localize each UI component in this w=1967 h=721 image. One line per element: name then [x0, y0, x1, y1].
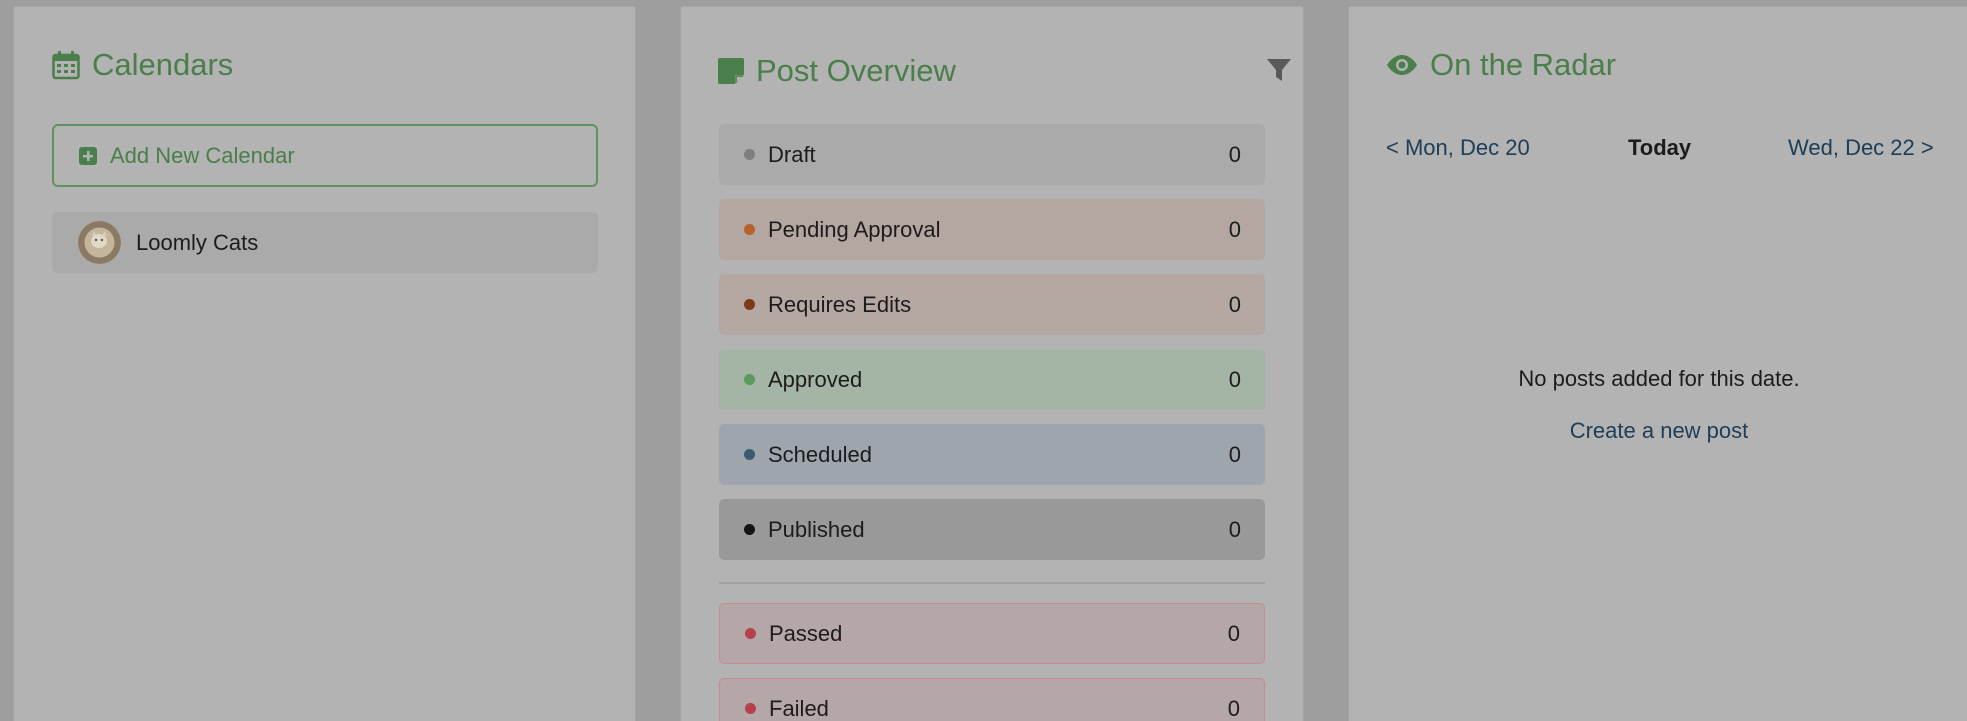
status-dot-icon: [744, 374, 755, 385]
status-count: 0: [1227, 620, 1240, 646]
calendars-title: Calendars: [52, 47, 233, 83]
status-row-approved[interactable]: Approved 0: [719, 349, 1265, 410]
status-label: Scheduled: [768, 441, 872, 467]
status-label: Approved: [768, 366, 863, 392]
status-row-draft[interactable]: Draft 0: [719, 124, 1265, 185]
status-count: 0: [1228, 441, 1241, 467]
status-dot-icon: [744, 449, 755, 460]
status-label: Failed: [769, 695, 829, 721]
today-label: Today: [1628, 135, 1692, 160]
status-count: 0: [1228, 216, 1241, 242]
status-count: 0: [1227, 695, 1240, 721]
calendars-title-text: Calendars: [92, 47, 234, 82]
status-row-requires-edits[interactable]: Requires Edits 0: [719, 274, 1265, 335]
status-dot-icon: [744, 149, 755, 160]
status-dot-icon: [744, 299, 755, 310]
status-count: 0: [1228, 291, 1241, 317]
calendar-item-label: Loomly Cats: [136, 229, 259, 255]
eye-icon: [1386, 54, 1418, 76]
next-day-link[interactable]: Wed, Dec 22 >: [1788, 135, 1934, 161]
status-dot-icon: [745, 703, 756, 714]
on-the-radar-title: On the Radar: [1386, 47, 1616, 83]
status-row-scheduled[interactable]: Scheduled 0: [719, 424, 1265, 485]
status-count: 0: [1228, 516, 1241, 542]
status-divider: [719, 582, 1265, 584]
status-label: Draft: [768, 141, 816, 167]
previous-day-link[interactable]: < Mon, Dec 20: [1386, 135, 1530, 161]
add-new-calendar-label: Add New Calendar: [110, 142, 295, 168]
status-label: Passed: [769, 620, 843, 646]
calendars-panel: Calendars Add New Calendar Loomly Cats: [13, 6, 636, 721]
status-count: 0: [1228, 141, 1241, 167]
post-overview-title: Post Overview: [718, 53, 956, 89]
filter-icon[interactable]: [1265, 56, 1293, 89]
on-the-radar-title-text: On the Radar: [1430, 47, 1617, 82]
status-row-published[interactable]: Published 0: [719, 499, 1265, 560]
status-row-failed[interactable]: Failed 0: [719, 678, 1265, 721]
status-dot-icon: [744, 224, 755, 235]
calendar-item-loomly-cats[interactable]: Loomly Cats: [52, 212, 598, 273]
status-label: Pending Approval: [768, 216, 941, 242]
create-new-post-link[interactable]: Create a new post: [1349, 418, 1967, 444]
dashboard: Calendars Add New Calendar Loomly Cats P…: [0, 0, 1967, 721]
calendar-avatar: [78, 221, 121, 264]
status-dot-icon: [744, 524, 755, 535]
post-overview-title-text: Post Overview: [756, 53, 956, 88]
status-row-passed[interactable]: Passed 0: [719, 603, 1265, 664]
add-new-calendar-button[interactable]: Add New Calendar: [52, 124, 598, 187]
status-count: 0: [1228, 366, 1241, 392]
status-row-pending-approval[interactable]: Pending Approval 0: [719, 199, 1265, 260]
post-overview-panel: Post Overview Draft 0 Pending Approval 0 Req…: [680, 6, 1304, 721]
calendar-icon: [52, 50, 80, 80]
sticky-note-icon: [718, 58, 744, 84]
plus-square-icon: [79, 146, 97, 165]
on-the-radar-panel: On the Radar < Mon, Dec 20 Today Wed, De…: [1348, 6, 1967, 721]
status-dot-icon: [745, 628, 756, 639]
empty-message: No posts added for this date.: [1518, 366, 1800, 391]
status-label: Requires Edits: [768, 291, 912, 317]
status-label: Published: [768, 516, 865, 542]
